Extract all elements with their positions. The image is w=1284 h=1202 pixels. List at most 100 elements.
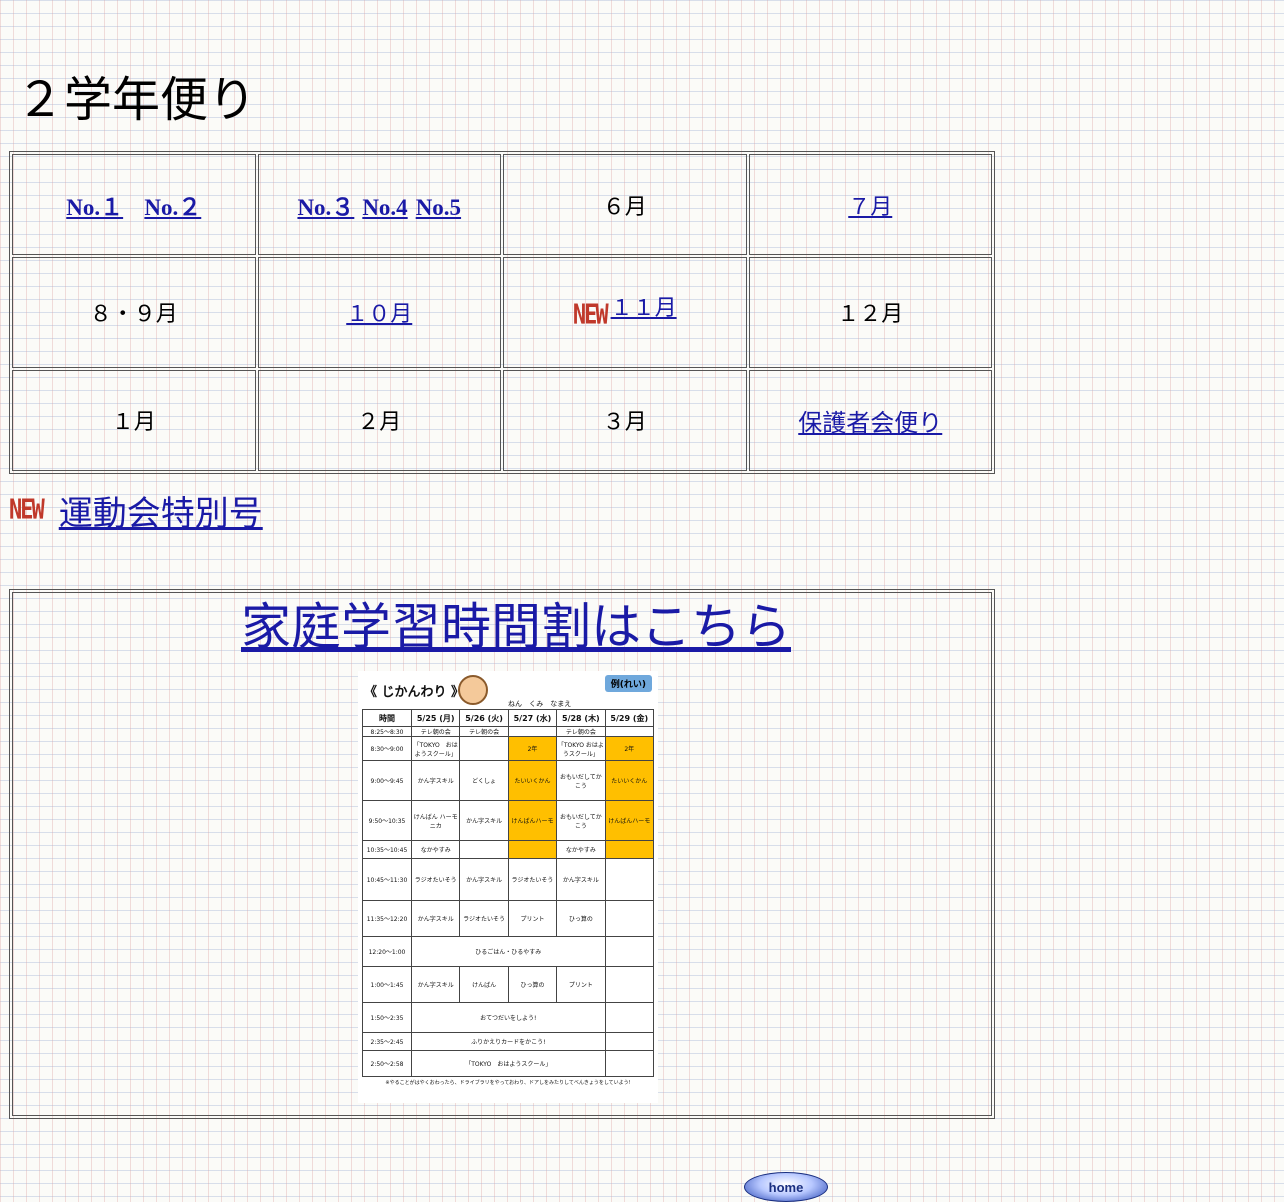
example-badge: 例(れい) [604,675,652,692]
tt-cell: かん字スキル [410,760,461,801]
tt-row: 1:00〜1:45 かん字スキル けんばん ひっ算の プリント [362,966,655,1003]
tt-row: 9:00〜9:45 かん字スキル どくしょ たいいくかん おもいだしてかこう たいいくかん [362,760,655,801]
link-no3[interactable]: No.３ [297,195,354,220]
link-no2[interactable]: No.２ [144,195,201,220]
tt-cell: テレ朝の会 [556,726,606,737]
tt-cell: 2年 [604,736,655,761]
tt-header: 5/29 (金) [604,709,655,727]
tt-cell: テレ朝の会 [459,726,509,737]
tt-time: 12:20〜1:00 [362,936,412,967]
tt-cell: なかやすみ [556,840,606,859]
tt-cell: かん字スキル [410,900,461,937]
tt-cell: けんばん ハーモニカ [410,800,461,841]
tt-cell [604,1002,655,1033]
tt-cell [604,966,655,1003]
name-line: ねん くみ なまえ [508,700,572,708]
link-nov[interactable]: １１月 [611,296,677,321]
tt-time: 2:50〜2:58 [362,1050,412,1077]
tt-cell: おてつだいをしよう! [411,1002,606,1033]
link-oct[interactable]: １０月 [346,302,412,327]
tt-cell: ひるごはん・ひるやすみ [411,936,606,967]
tt-cell: たいいくかん [507,760,558,801]
tt-cell: ラジオたいそう [507,858,558,901]
tt-cell: プリント [507,900,558,937]
child-illustration-icon [458,675,488,705]
tt-row: 2:35〜2:45 ふりかえりカードをかこう! [362,1032,655,1051]
tt-cell [507,840,558,859]
tt-cell [604,1050,655,1077]
tt-cell: 2年 [507,736,558,761]
tt-cell: 「TOKYO おはようスクール」 [556,736,606,761]
tt-row: 9:50〜10:35 けんばん ハーモニカ かん字スキル けんばんハーモ おもいだしてか… [362,800,655,841]
tt-cell [604,900,655,937]
tt-time: 11:35〜12:20 [362,900,412,937]
link-no1[interactable]: No.１ [66,195,123,220]
tt-time: 10:35〜10:45 [362,840,412,859]
tt-cell: たいいくかん [604,760,655,801]
home-button[interactable]: home [744,1172,828,1202]
new-badge-icon: NEW [572,299,609,332]
tt-row: 10:45〜11:30 ラジオたいそう かん字スキル ラジオたいそう かん字スキル [362,858,655,901]
tt-cell: 「TOKYO おはようスクール」 [411,1050,606,1077]
tt-cell: 「TOKYO おはようスクール」 [410,736,461,761]
schedule-title: 《 じかんわり 》 [364,685,465,700]
tt-cell: ひっ算の [556,900,606,937]
tt-cell: ラジオたいそう [410,858,461,901]
tt-time: 1:00〜1:45 [362,966,412,1003]
tt-cell: プリント [556,966,606,1003]
home-button-label: home [768,1179,804,1195]
tt-time: 10:45〜11:30 [362,858,412,901]
link-no5[interactable]: No.5 [416,195,461,220]
tt-row: 8:30〜9:00 「TOKYO おはようスクール」 2年 「TOKYO おはようスク… [362,736,655,761]
tt-cell: ラジオたいそう [459,900,509,937]
tt-cell [604,840,655,859]
tt-cell [507,726,558,737]
cell-nov: NEW １１月 [503,257,747,368]
link-no4[interactable]: No.4 [362,195,407,220]
tt-cell [604,858,655,901]
tt-cell: ふりかえりカードをかこう! [411,1032,606,1051]
cell-no3-no5: No.３ No.4 No.5 [257,154,501,256]
tt-cell: なかやすみ [410,840,461,859]
tt-header: 時間 [362,709,412,727]
link-sports-day[interactable]: 運動会特別号 [59,486,263,535]
tt-cell: かん字スキル [410,966,461,1003]
tt-cell: かん字スキル [556,858,606,901]
timetable: 時間 5/25 (月) 5/26 (火) 5/27 (水) 5/28 (木) 5… [362,709,655,1077]
cell-guardian: 保護者会便り [748,369,992,471]
tt-row: 2:50〜2:58 「TOKYO おはようスクール」 [362,1050,655,1077]
link-guardian-letter[interactable]: 保護者会便り [798,409,942,437]
tt-cell: かん字スキル [459,858,509,901]
schedule-footer: ※やることがはやくおわったら、ドライブラリをやっておわり、ドアしをみたりしてべん… [385,1080,631,1086]
sports-day-special: NEW 運動会特別号 [9,486,263,535]
tt-cell: ひっ算の [507,966,558,1003]
tt-cell: テレ朝の会 [410,726,461,737]
tt-cell: けんばんハーモ [507,800,558,841]
tt-time: 9:00〜9:45 [362,760,412,801]
cell-oct: １０月 [257,257,501,368]
cell-feb: ２月 [257,369,501,471]
cell-dec: １２月 [748,257,992,368]
tt-cell: けんばんハーモ [604,800,655,841]
tt-time: 2:35〜2:45 [362,1032,412,1051]
cell-jan: １月 [12,369,256,471]
link-home-study-schedule[interactable]: 家庭学習時間割はこちら [241,597,791,657]
tt-time: 9:50〜10:35 [362,800,412,841]
cell-july: ７月 [748,154,992,256]
month-grid: No.１ No.２ No.３ No.4 No.5 ６月 ７月 ８・９月 １０月 NE… [9,151,995,474]
tt-row: 12:20〜1:00 ひるごはん・ひるやすみ [362,936,655,967]
tt-row: 11:35〜12:20 かん字スキル ラジオたいそう プリント ひっ算の [362,900,655,937]
tt-cell [604,936,655,967]
schedule-image[interactable]: 《 じかんわり 》 例(れい) ねん くみ なまえ 時間 5/25 (月) 5/… [358,671,658,1103]
tt-header: 5/28 (木) [556,709,606,727]
link-july[interactable]: ７月 [848,195,892,220]
tt-header: 5/27 (水) [507,709,558,727]
tt-cell [604,1032,655,1051]
tt-cell: おもいだしてかこう [556,760,606,801]
tt-cell: おもいだしてかこう [556,800,606,841]
cell-mar: ３月 [503,369,747,471]
tt-header: 5/26 (火) [459,709,509,727]
cell-june: ６月 [503,154,747,256]
tt-cell: けんばん [459,966,509,1003]
tt-row: 8:25〜8:30 テレ朝の会 テレ朝の会 テレ朝の会 [362,726,655,737]
